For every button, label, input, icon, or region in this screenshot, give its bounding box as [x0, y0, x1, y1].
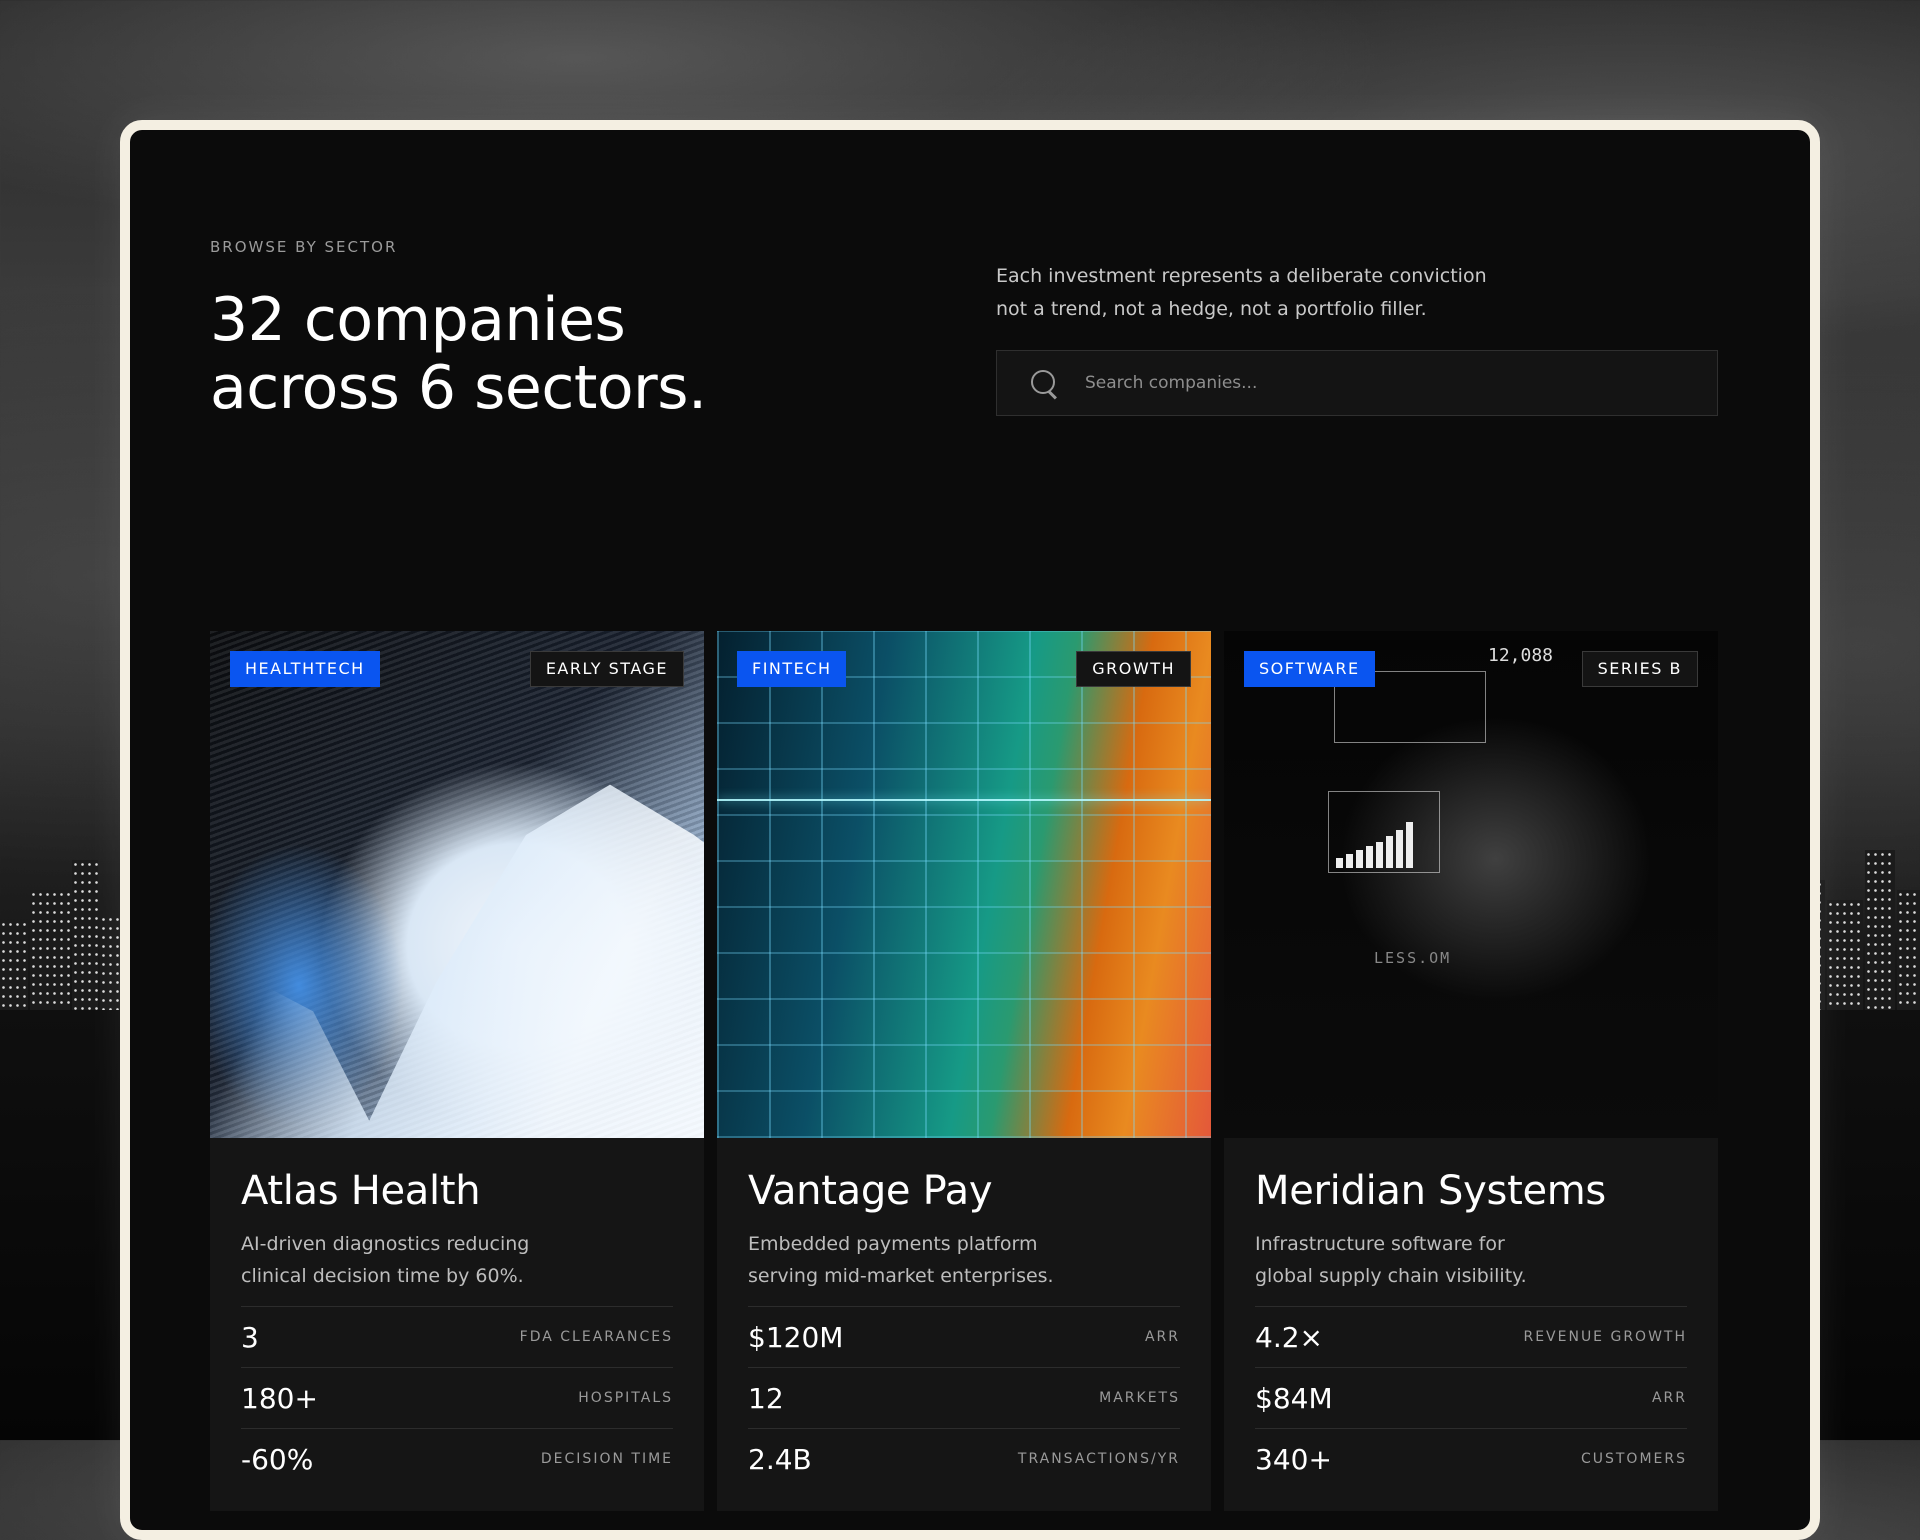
intro-line-2: not a trend, not a hedge, not a portfoli… [996, 298, 1427, 320]
metrics-list: $120M ARR 12 MARKETS 2.4B TRANSACTIONS/Y… [748, 1306, 1180, 1489]
sector-badge[interactable]: SOFTWARE [1244, 651, 1375, 687]
metric-value: -60% [241, 1442, 314, 1476]
city-skyline-left [0, 820, 125, 1010]
metric-value: $84M [1255, 1381, 1333, 1415]
card-image-healthtech: HEALTHTECH EARLY STAGE [210, 631, 704, 1138]
company-name[interactable]: Vantage Pay [748, 1168, 1180, 1214]
intro-text: Each investment represents a deliberate … [996, 260, 1556, 326]
intro-line-1: Each investment represents a deliberate … [996, 265, 1487, 287]
metric-label: HOSPITALS [578, 1390, 673, 1406]
abstract-wave-graphic [210, 784, 704, 1138]
metric-row: 3 FDA CLEARANCES [241, 1306, 673, 1367]
metric-value: $120M [748, 1320, 844, 1354]
stage-badge: GROWTH [1076, 651, 1191, 687]
company-description: Embedded payments platform serving mid-m… [748, 1228, 1180, 1292]
bar-chart-graphic [1336, 822, 1413, 868]
metric-row: 2.4B TRANSACTIONS/YR [748, 1428, 1180, 1489]
metric-row: 340+ CUSTOMERS [1255, 1428, 1687, 1489]
description-line-2: clinical decision time by 60%. [241, 1265, 524, 1287]
metric-value: 340+ [1255, 1442, 1332, 1476]
company-description: AI-driven diagnostics reducing clinical … [241, 1228, 673, 1292]
dashboard-label: LESS.OM [1374, 949, 1452, 967]
metric-value: 2.4B [748, 1442, 812, 1476]
metric-label: ARR [1651, 1390, 1687, 1406]
metrics-list: 3 FDA CLEARANCES 180+ HOSPITALS -60% DEC… [241, 1306, 673, 1489]
description-line-1: AI-driven diagnostics reducing [241, 1233, 530, 1255]
company-name[interactable]: Atlas Health [241, 1168, 673, 1214]
dashboard-figure: 12,088 [1488, 645, 1554, 666]
stage-badge: EARLY STAGE [529, 651, 684, 687]
description-line-2: global supply chain visibility. [1255, 1265, 1527, 1287]
description-line-1: Infrastructure software for [1255, 1233, 1505, 1255]
card-image-fintech: FINTECH GROWTH [717, 631, 1211, 1138]
section-eyebrow: BROWSE BY SECTOR [210, 238, 398, 256]
metric-row: $84M ARR [1255, 1367, 1687, 1428]
metric-row: $120M ARR [748, 1306, 1180, 1367]
search-input[interactable] [1083, 372, 1687, 394]
description-line-1: Embedded payments platform [748, 1233, 1038, 1255]
company-card-vantage-pay[interactable]: FINTECH GROWTH Vantage Pay Embedded paym… [717, 631, 1211, 1511]
card-image-software: 12,088 LESS.OM SOFTWARE SERIES B [1224, 631, 1718, 1138]
company-cards: HEALTHTECH EARLY STAGE Atlas Health AI-d… [210, 631, 1720, 1511]
metric-row: -60% DECISION TIME [241, 1428, 673, 1489]
browse-panel: BROWSE BY SECTOR 32 companies across 6 s… [120, 120, 1820, 1540]
metric-value: 180+ [241, 1381, 318, 1415]
card-body: Vantage Pay Embedded payments platform s… [748, 1138, 1180, 1489]
company-name[interactable]: Meridian Systems [1255, 1168, 1687, 1214]
company-card-atlas-health[interactable]: HEALTHTECH EARLY STAGE Atlas Health AI-d… [210, 631, 704, 1511]
panel-content: BROWSE BY SECTOR 32 companies across 6 s… [210, 238, 1730, 1511]
metric-label: REVENUE GROWTH [1523, 1329, 1687, 1345]
metric-row: 4.2× REVENUE GROWTH [1255, 1306, 1687, 1367]
metric-label: TRANSACTIONS/YR [1017, 1451, 1180, 1467]
search-icon [1029, 368, 1059, 400]
metric-label: FDA CLEARANCES [519, 1329, 673, 1345]
description-line-2: serving mid-market enterprises. [748, 1265, 1054, 1287]
sector-badge[interactable]: FINTECH [737, 651, 847, 687]
metric-label: CUSTOMERS [1580, 1451, 1687, 1467]
metric-row: 12 MARKETS [748, 1367, 1180, 1428]
metric-value: 4.2× [1255, 1320, 1323, 1354]
card-body: Meridian Systems Infrastructure software… [1255, 1138, 1687, 1489]
card-body: Atlas Health AI-driven diagnostics reduc… [241, 1138, 673, 1489]
metric-value: 12 [748, 1381, 784, 1415]
company-card-meridian-systems[interactable]: 12,088 LESS.OM SOFTWARE SERIES B Meridia… [1224, 631, 1718, 1511]
metric-row: 180+ HOSPITALS [241, 1367, 673, 1428]
metric-label: ARR [1144, 1329, 1180, 1345]
metric-label: DECISION TIME [540, 1451, 673, 1467]
stage-badge: SERIES B [1581, 651, 1698, 687]
metric-value: 3 [241, 1320, 259, 1354]
sector-badge[interactable]: HEALTHTECH [230, 651, 380, 687]
chart-line-graphic [717, 799, 1211, 801]
metric-label: MARKETS [1099, 1390, 1180, 1406]
company-description: Infrastructure software for global suppl… [1255, 1228, 1687, 1292]
search-bar[interactable] [996, 350, 1718, 416]
metrics-list: 4.2× REVENUE GROWTH $84M ARR 340+ CUSTOM… [1255, 1306, 1687, 1489]
